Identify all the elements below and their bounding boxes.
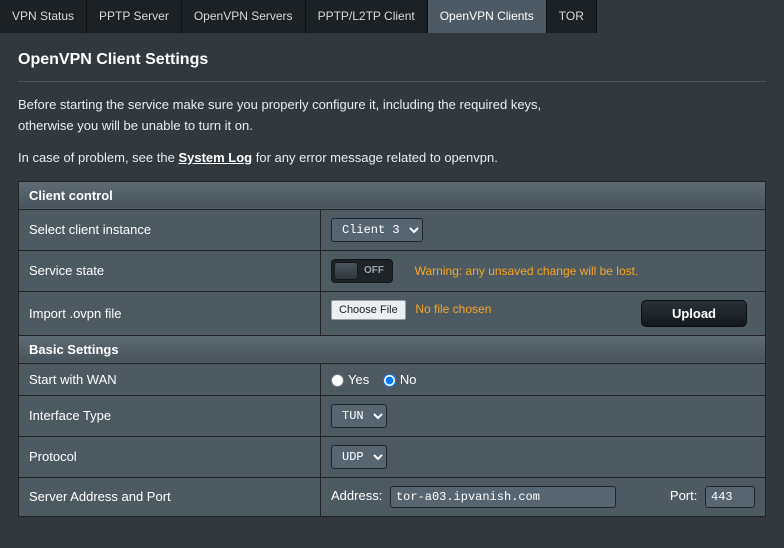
row-service-state: Service state OFF Warning: any unsaved c…	[19, 250, 766, 291]
divider	[18, 81, 766, 82]
select-client-instance[interactable]: Client 3	[331, 218, 423, 242]
service-state-warning: Warning: any unsaved change will be lost…	[415, 264, 639, 278]
tab-bar: VPN Status PPTP Server OpenVPN Servers P…	[0, 0, 784, 33]
start-wan-yes-label[interactable]: Yes	[331, 372, 369, 387]
start-wan-no-label[interactable]: No	[383, 372, 417, 387]
intro2-pre: In case of problem, see the	[18, 150, 178, 165]
row-start-with-wan: Start with WAN Yes No	[19, 363, 766, 395]
service-state-toggle[interactable]: OFF	[331, 259, 393, 283]
tab-pptp-l2tp-client[interactable]: PPTP/L2TP Client	[306, 0, 428, 33]
label-server-address-port: Server Address and Port	[19, 477, 321, 516]
address-label: Address:	[331, 488, 382, 503]
port-label: Port:	[670, 488, 697, 503]
address-input[interactable]	[390, 486, 616, 508]
intro-line-2: otherwise you will be unable to turn it …	[18, 117, 766, 136]
tab-openvpn-clients[interactable]: OpenVPN Clients	[428, 0, 547, 33]
label-protocol: Protocol	[19, 436, 321, 477]
label-service-state: Service state	[19, 250, 321, 291]
system-log-link[interactable]: System Log	[178, 150, 252, 165]
intro-text: Before starting the service make sure yo…	[18, 96, 766, 136]
tab-bar-spacer	[597, 0, 784, 33]
toggle-knob	[334, 262, 358, 280]
label-select-client: Select client instance	[19, 209, 321, 250]
row-server-address-port: Server Address and Port Address: Port:	[19, 477, 766, 516]
row-interface-type: Interface Type TUN	[19, 395, 766, 436]
port-input[interactable]	[705, 486, 755, 508]
start-wan-yes-radio[interactable]	[331, 374, 344, 387]
tab-tor[interactable]: TOR	[547, 0, 597, 33]
start-wan-yes-text: Yes	[348, 372, 369, 387]
file-chosen-status: No file chosen	[415, 302, 491, 316]
row-select-client: Select client instance Client 3	[19, 209, 766, 250]
label-start-with-wan: Start with WAN	[19, 363, 321, 395]
section-basic-settings: Basic Settings	[19, 335, 766, 363]
toggle-state: OFF	[358, 265, 390, 276]
row-import-ovpn: Import .ovpn file Choose File No file ch…	[19, 291, 766, 335]
upload-button[interactable]: Upload	[641, 300, 747, 327]
start-wan-no-text: No	[400, 372, 417, 387]
tab-vpn-status[interactable]: VPN Status	[0, 0, 87, 33]
tab-pptp-server[interactable]: PPTP Server	[87, 0, 182, 33]
label-interface-type: Interface Type	[19, 395, 321, 436]
row-protocol: Protocol UDP	[19, 436, 766, 477]
select-interface-type[interactable]: TUN	[331, 404, 387, 428]
intro-help-text: In case of problem, see the System Log f…	[18, 150, 766, 165]
section-basic-settings-label: Basic Settings	[19, 335, 766, 363]
select-protocol[interactable]: UDP	[331, 445, 387, 469]
content-area: OpenVPN Client Settings Before starting …	[0, 33, 784, 517]
tab-openvpn-servers[interactable]: OpenVPN Servers	[182, 0, 306, 33]
page-title: OpenVPN Client Settings	[18, 51, 766, 69]
choose-file-button[interactable]: Choose File	[331, 300, 406, 320]
intro-line-1: Before starting the service make sure yo…	[18, 96, 766, 115]
section-client-control: Client control	[19, 181, 766, 209]
label-import-ovpn: Import .ovpn file	[19, 291, 321, 335]
section-client-control-label: Client control	[19, 181, 766, 209]
start-wan-radio-group: Yes No	[331, 372, 426, 387]
start-wan-no-radio[interactable]	[383, 374, 396, 387]
settings-table: Client control Select client instance Cl…	[18, 181, 766, 517]
intro2-post: for any error message related to openvpn…	[252, 150, 498, 165]
